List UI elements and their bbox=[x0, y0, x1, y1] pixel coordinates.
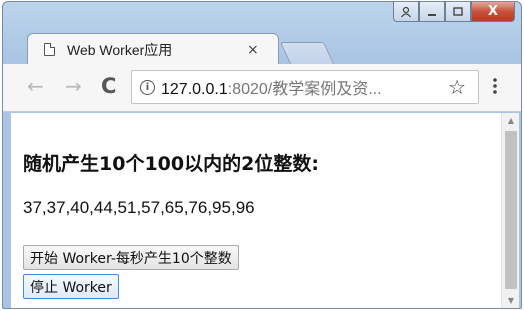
reload-icon[interactable]: C bbox=[101, 76, 116, 97]
page-viewport: 随机产生10个100以内的2位整数: 37,37,40,44,51,57,65,… bbox=[11, 113, 520, 308]
browser-toolbar: ← → C i 127.0.0.1:8020/教学案例及资... ☆ bbox=[3, 64, 521, 112]
bookmark-star-icon[interactable]: ☆ bbox=[448, 75, 466, 99]
forward-icon[interactable]: → bbox=[65, 76, 82, 96]
scroll-down-icon[interactable]: ▼ bbox=[502, 293, 520, 308]
scroll-thumb[interactable] bbox=[505, 131, 517, 289]
page-heading: 随机产生10个100以内的2位整数: bbox=[23, 153, 319, 175]
url-path: :8020/教学案例及资... bbox=[227, 81, 382, 98]
close-window-button[interactable]: X bbox=[471, 2, 515, 22]
back-icon[interactable]: ← bbox=[27, 76, 44, 96]
random-numbers-output: 37,37,40,44,51,57,65,76,95,96 bbox=[23, 198, 255, 217]
maximize-button[interactable] bbox=[445, 2, 471, 22]
user-icon[interactable] bbox=[393, 2, 419, 22]
caption-buttons: X bbox=[393, 2, 515, 22]
menu-icon[interactable] bbox=[492, 78, 498, 94]
new-tab-button[interactable] bbox=[279, 42, 335, 64]
browser-tab[interactable]: Web Worker应用 × bbox=[27, 33, 279, 65]
minimize-button[interactable] bbox=[419, 2, 445, 22]
start-worker-button[interactable]: 开始 Worker-每秒产生10个整数 bbox=[23, 245, 239, 270]
info-icon[interactable]: i bbox=[140, 79, 155, 95]
vertical-scrollbar[interactable]: ▲ ▼ bbox=[501, 113, 520, 308]
stop-worker-button[interactable]: 停止 Worker bbox=[23, 274, 119, 299]
browser-window: X Web Worker应用 × ← → C i 127.0.0.1:8020/… bbox=[2, 1, 522, 309]
tab-close-icon[interactable]: × bbox=[247, 42, 259, 58]
address-bar[interactable]: i 127.0.0.1:8020/教学案例及资... ☆ bbox=[131, 70, 479, 104]
scroll-up-icon[interactable]: ▲ bbox=[502, 113, 520, 129]
url-host: 127.0.0.1 bbox=[161, 81, 228, 98]
url-text[interactable]: 127.0.0.1:8020/教学案例及资... bbox=[161, 75, 382, 99]
tab-title: Web Worker应用 bbox=[67, 41, 173, 58]
page-icon bbox=[44, 43, 55, 56]
